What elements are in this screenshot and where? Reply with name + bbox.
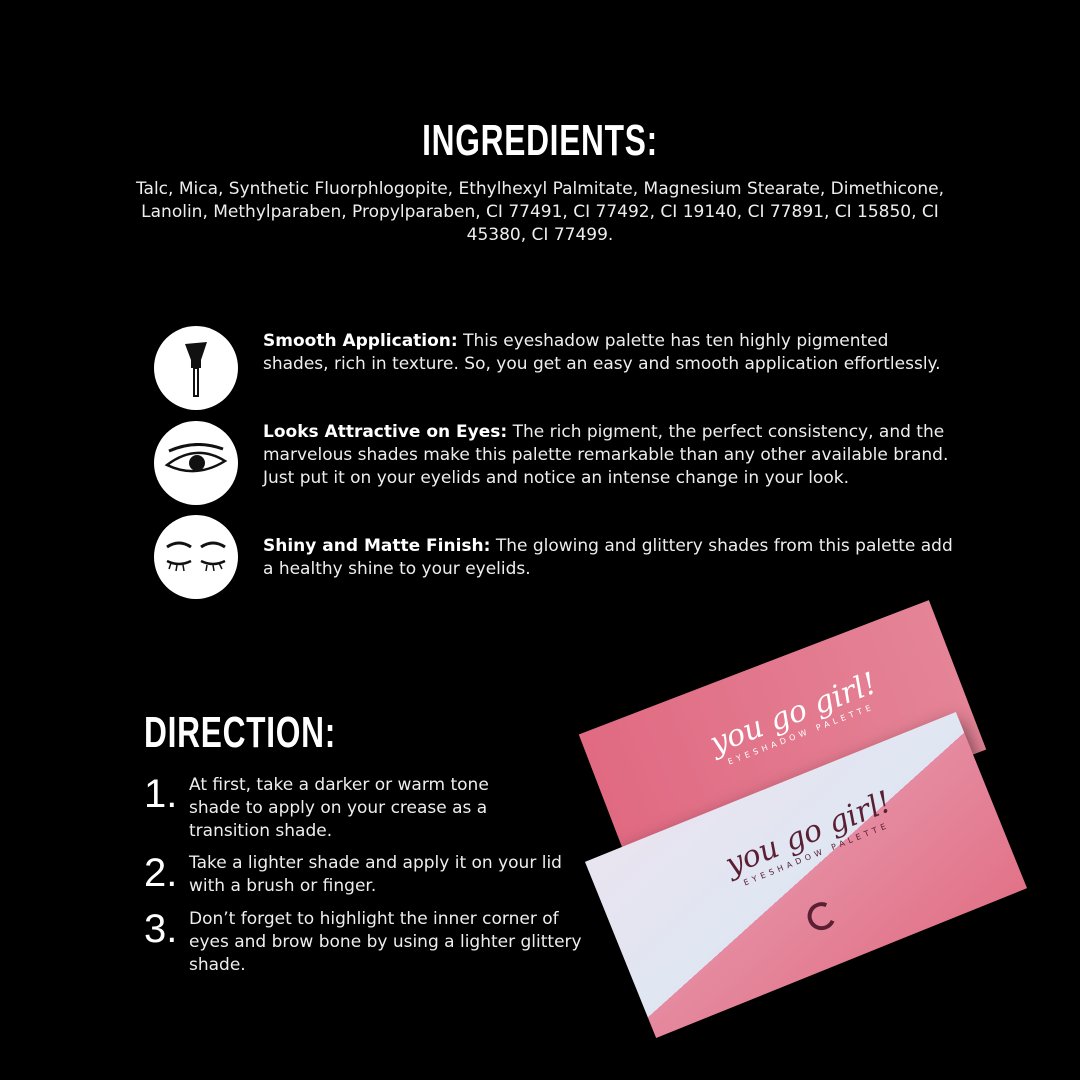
- step-number: 2.: [144, 851, 178, 895]
- brand-logo-icon: [803, 897, 840, 935]
- feature-title: Shiny and Matte Finish:: [263, 536, 491, 556]
- step-text: Take a lighter shade and apply it on you…: [189, 853, 562, 896]
- feature-title: Smooth Application:: [263, 331, 458, 351]
- feature-title: Looks Attractive on Eyes:: [263, 422, 508, 442]
- makeup-brush-icon: [154, 326, 238, 410]
- closed-eyes-icon: [154, 515, 238, 599]
- step-number: 1.: [144, 772, 178, 816]
- direction-title: DIRECTION:: [144, 708, 336, 757]
- step-text: Don’t forget to highlight the inner corn…: [189, 909, 582, 975]
- ingredients-title: INGREDIENTS:: [422, 116, 658, 165]
- open-eye-icon: [154, 421, 238, 505]
- ingredients-text: Talc, Mica, Synthetic Fluorphlogopite, E…: [135, 179, 945, 245]
- step-number: 3.: [144, 907, 178, 951]
- step-text: At first, take a darker or warm tone sha…: [189, 775, 489, 841]
